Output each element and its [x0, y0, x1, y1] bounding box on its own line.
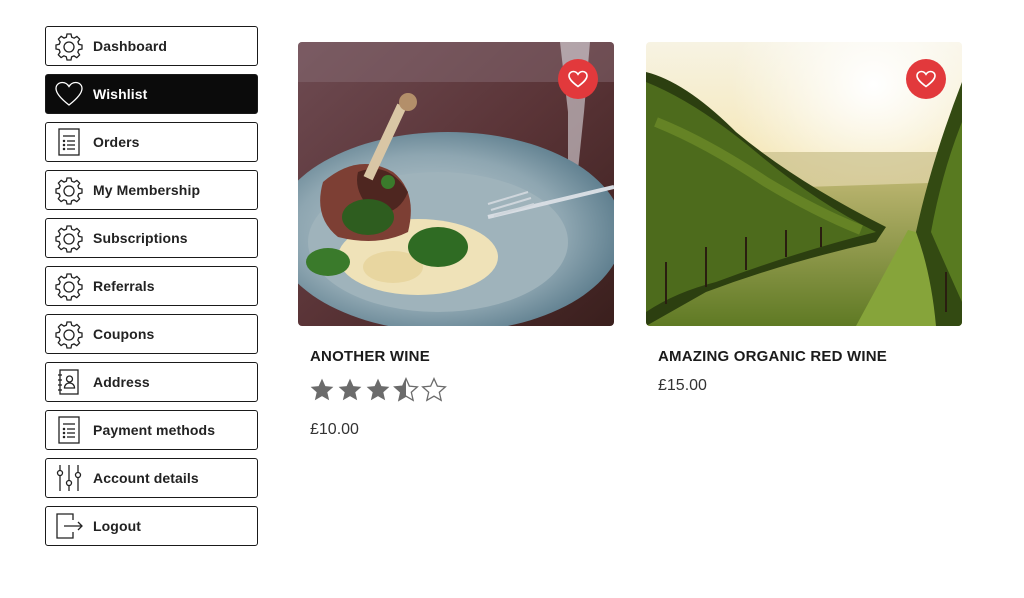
product-image-link[interactable] — [646, 42, 962, 326]
nav-item-wishlist[interactable]: Wishlist — [45, 74, 258, 114]
nav-label-dashboard: Dashboard — [93, 38, 168, 54]
account-page: Dashboard Wishlist Orders My Membership — [0, 0, 1024, 598]
nav-label-payment-methods: Payment methods — [93, 422, 216, 438]
nav-label-orders: Orders — [93, 134, 140, 150]
remove-from-wishlist-button[interactable] — [558, 59, 598, 99]
product-price: £10.00 — [310, 421, 359, 438]
sliders-icon — [54, 463, 84, 493]
document-list-icon — [54, 415, 84, 445]
gear-icon — [54, 271, 84, 301]
star-half-icon — [393, 377, 419, 402]
nav-item-account-details[interactable]: Account details — [45, 458, 258, 498]
gear-icon — [54, 31, 84, 61]
nav-label-account-details: Account details — [93, 470, 199, 486]
heart-icon — [916, 70, 936, 88]
product-image-link[interactable] — [298, 42, 614, 326]
heart-icon — [54, 79, 84, 109]
nav-label-coupons: Coupons — [93, 326, 155, 342]
heart-icon — [568, 70, 588, 88]
wishlist-product-card: AMAZING ORGANIC RED WINE £15.00 — [646, 42, 962, 395]
nav-item-payment-methods[interactable]: Payment methods — [45, 410, 258, 450]
product-title[interactable]: ANOTHER WINE — [310, 348, 614, 365]
nav-item-my-membership[interactable]: My Membership — [45, 170, 258, 210]
nav-item-address[interactable]: Address — [45, 362, 258, 402]
gear-icon — [54, 319, 84, 349]
gear-icon — [54, 175, 84, 205]
account-navigation: Dashboard Wishlist Orders My Membership — [45, 26, 258, 554]
nav-label-my-membership: My Membership — [93, 182, 201, 198]
nav-item-logout[interactable]: Logout — [45, 506, 258, 546]
product-price: £15.00 — [658, 377, 707, 394]
star-empty-icon — [421, 377, 447, 402]
nav-label-wishlist: Wishlist — [93, 86, 148, 102]
star-full-icon — [310, 378, 334, 401]
address-book-icon — [54, 367, 84, 397]
star-full-icon — [338, 378, 362, 401]
gear-icon — [54, 223, 84, 253]
nav-item-orders[interactable]: Orders — [45, 122, 258, 162]
nav-item-coupons[interactable]: Coupons — [45, 314, 258, 354]
product-title[interactable]: AMAZING ORGANIC RED WINE — [658, 348, 962, 365]
nav-item-referrals[interactable]: Referrals — [45, 266, 258, 306]
nav-label-referrals: Referrals — [93, 278, 155, 294]
star-full-icon — [366, 378, 390, 401]
star-rating — [309, 377, 614, 405]
nav-label-address: Address — [93, 374, 150, 390]
nav-item-subscriptions[interactable]: Subscriptions — [45, 218, 258, 258]
nav-label-logout: Logout — [93, 518, 142, 534]
nav-label-subscriptions: Subscriptions — [93, 230, 188, 246]
document-list-icon — [54, 127, 84, 157]
logout-icon — [54, 511, 84, 541]
remove-from-wishlist-button[interactable] — [906, 59, 946, 99]
nav-item-dashboard[interactable]: Dashboard — [45, 26, 258, 66]
wishlist-product-card: ANOTHER WINE £10.00 — [298, 42, 614, 439]
